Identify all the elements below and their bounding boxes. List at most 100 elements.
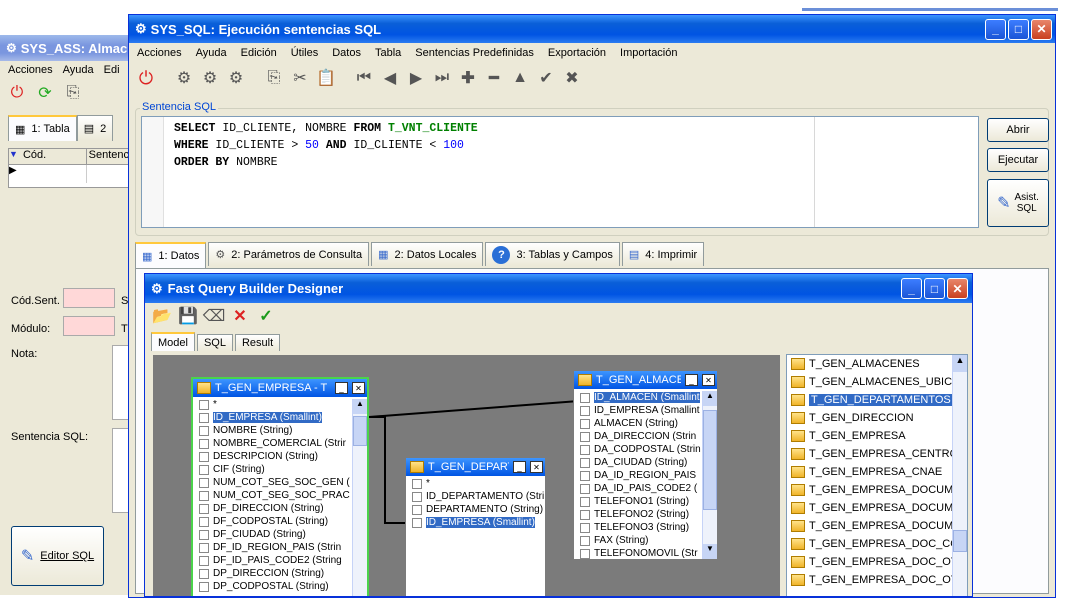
close-icon[interactable]: ✕: [947, 278, 968, 299]
table-box-titlebar[interactable]: T_GEN_DEPART _ ✕: [406, 458, 545, 476]
table-field-row[interactable]: DF_CIUDAD (String): [193, 528, 355, 541]
scroll-down-icon[interactable]: ▼: [703, 544, 717, 559]
field-checkbox[interactable]: [199, 477, 209, 488]
table-field-row[interactable]: DF_CODPOSTAL (String): [193, 515, 355, 528]
table-list-item[interactable]: T_GEN_DEPARTAMENTOS: [787, 391, 953, 409]
field-checkbox[interactable]: [580, 483, 590, 494]
abrir-button[interactable]: Abrir: [987, 118, 1049, 142]
main-titlebar[interactable]: ⚙ SYS_SQL: Ejecución sentencias SQL _ □ …: [129, 15, 1055, 43]
minimize-icon[interactable]: _: [985, 18, 1006, 40]
bg-col-cod[interactable]: Cód.: [23, 149, 87, 164]
table-list-item[interactable]: T_GEN_EMPRESA_DOCUMEI: [787, 481, 953, 499]
table-field-row[interactable]: TELEFONOMOVIL (Str: [574, 547, 703, 560]
menu-sentencias[interactable]: Sentencias Predefinidas: [415, 47, 534, 59]
field-checkbox[interactable]: [580, 535, 590, 546]
table-field-row[interactable]: DEPARTAMENTO (String): [406, 503, 545, 516]
table-box-departamentos[interactable]: T_GEN_DEPART _ ✕ * ID_DEPARTAMENTO (Stri D…: [405, 457, 546, 596]
modulo-field[interactable]: [63, 316, 115, 336]
field-checkbox[interactable]: [199, 516, 209, 527]
bg-tab-2[interactable]: ▤ 2: [76, 115, 114, 141]
field-checkbox[interactable]: [580, 405, 590, 416]
tab-datos-locales[interactable]: ▦ 2: Datos Locales: [371, 242, 484, 266]
close-icon[interactable]: ✕: [1031, 18, 1052, 40]
field-checkbox[interactable]: [199, 581, 209, 592]
maximize-icon[interactable]: □: [924, 278, 945, 299]
table-list-item[interactable]: T_GEN_EMPRESA_DOCUMEI: [787, 517, 953, 535]
close-icon[interactable]: ✕: [352, 382, 365, 394]
power-icon[interactable]: ⏻: [135, 67, 157, 89]
sql-editor[interactable]: SELECT ID_CLIENTE, NOMBRE FROM T_VNT_CLI…: [141, 116, 979, 228]
field-checkbox[interactable]: [580, 509, 590, 520]
bg-grid-cell[interactable]: [23, 165, 87, 183]
check-gear-icon[interactable]: ⚙: [173, 67, 195, 89]
table-field-row[interactable]: DP_DIRECCION (String): [193, 567, 355, 580]
field-checkbox[interactable]: [412, 517, 422, 528]
bg-tab-tabla[interactable]: ▦ 1: Tabla: [8, 115, 77, 141]
ejecutar-button[interactable]: Ejecutar: [987, 148, 1049, 172]
cod-sent-field[interactable]: [63, 288, 115, 308]
scroll-thumb[interactable]: [703, 410, 717, 510]
qb-tab-model[interactable]: Model: [151, 332, 195, 351]
editor-sql-button[interactable]: ✎ Editor SQL: [11, 526, 104, 586]
tab-datos[interactable]: ▦ 1: Datos: [135, 242, 207, 268]
scroll-thumb[interactable]: [353, 416, 367, 446]
field-checkbox[interactable]: [580, 418, 590, 429]
bg-menu-ayuda[interactable]: Ayuda: [63, 64, 94, 76]
field-checkbox[interactable]: [580, 522, 590, 533]
close-icon[interactable]: ✕: [702, 374, 715, 386]
table-field-row[interactable]: ID_DEPARTAMENTO (Stri: [406, 490, 545, 503]
table-field-row[interactable]: TELEFONO2 (String): [574, 508, 703, 521]
table-field-row[interactable]: CIF (String): [193, 463, 355, 476]
table-field-row[interactable]: *: [193, 398, 355, 411]
paste-icon[interactable]: 📋: [315, 67, 337, 89]
tab-tablas-campos[interactable]: ? 3: Tablas y Campos: [485, 242, 620, 266]
field-checkbox[interactable]: [199, 425, 209, 436]
qb-tab-sql[interactable]: SQL: [196, 334, 233, 351]
power-icon[interactable]: ⏻: [6, 82, 28, 104]
up-icon[interactable]: ▲: [509, 67, 531, 89]
bg-col-sent[interactable]: Sentenc: [87, 149, 129, 164]
cut-icon[interactable]: ✂: [289, 67, 311, 89]
cancel-x-icon[interactable]: ✕: [229, 305, 251, 327]
table-box-titlebar[interactable]: T_GEN_EMPRESA - T _ ✕: [193, 379, 367, 397]
confirm-icon[interactable]: ✔: [535, 67, 557, 89]
table-field-row[interactable]: ID_ALMACEN (Smallint: [574, 391, 703, 404]
table-field-row[interactable]: DESCRIPCION (String): [193, 450, 355, 463]
menu-ayuda[interactable]: Ayuda: [196, 47, 227, 59]
table-box-empresa[interactable]: T_GEN_EMPRESA - T _ ✕ * ID_EMPRESA (Small…: [191, 377, 369, 596]
table-field-row[interactable]: ALMACEN (String): [574, 417, 703, 430]
field-checkbox[interactable]: [580, 431, 590, 442]
field-checkbox[interactable]: [580, 496, 590, 507]
bg-menu-edicion[interactable]: Edi: [104, 64, 120, 76]
qb-tab-result[interactable]: Result: [234, 334, 281, 351]
minimize-icon[interactable]: _: [901, 278, 922, 299]
scroll-up-icon[interactable]: ▲: [703, 391, 717, 406]
table-field-row[interactable]: *: [406, 477, 545, 490]
scrollbar[interactable]: ▲: [352, 399, 367, 596]
menu-importacion[interactable]: Importación: [620, 47, 677, 59]
scroll-up-icon[interactable]: ▲: [953, 355, 967, 372]
table-list-item[interactable]: T_GEN_EMPRESA_CENTROS: [787, 445, 953, 463]
menu-datos[interactable]: Datos: [332, 47, 361, 59]
table-box-almacenes[interactable]: T_GEN_ALMACE _ ✕ ID_ALMACEN (Smallint ID_…: [573, 370, 718, 560]
table-list-item[interactable]: T_GEN_ALMACENES_UBICA(: [787, 373, 953, 391]
maximize-icon[interactable]: □: [1008, 18, 1029, 40]
minimize-icon[interactable]: _: [513, 461, 526, 473]
scrollbar[interactable]: ▲: [952, 355, 967, 596]
refresh-icon[interactable]: ⟳: [34, 82, 56, 104]
field-checkbox[interactable]: [199, 555, 209, 566]
delete-icon[interactable]: ━: [483, 67, 505, 89]
bg-window-titlebar[interactable]: ⚙ SYS_ASS: Almac: [0, 35, 129, 61]
field-checkbox[interactable]: [580, 470, 590, 481]
x-gear-icon[interactable]: ⚙: [199, 67, 221, 89]
table-field-row[interactable]: FAX (String): [574, 534, 703, 547]
table-list-item[interactable]: T_GEN_EMPRESA_DOC_OT_: [787, 571, 953, 589]
prior-record-icon[interactable]: ◀: [379, 67, 401, 89]
table-field-row[interactable]: DF_ID_PAIS_CODE2 (String: [193, 554, 355, 567]
field-checkbox[interactable]: [199, 464, 209, 475]
table-field-row[interactable]: DP_CODPOSTAL (String): [193, 580, 355, 593]
close-icon[interactable]: ✕: [530, 461, 543, 473]
menu-tabla[interactable]: Tabla: [375, 47, 401, 59]
table-list-item[interactable]: T_GEN_ALMACENES: [787, 355, 953, 373]
field-checkbox[interactable]: [412, 478, 422, 489]
